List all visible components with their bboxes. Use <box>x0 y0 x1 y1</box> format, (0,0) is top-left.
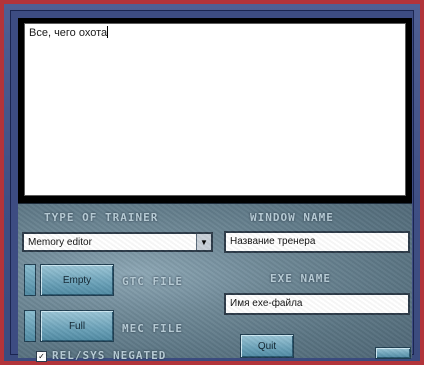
status-button[interactable] <box>375 347 411 359</box>
type-of-trainer-label: TYPE OF TRAINER <box>44 211 159 224</box>
text-caret <box>107 26 109 38</box>
app-window: Все, чего охота TYPE OF TRAINER WINDOW N… <box>0 0 424 365</box>
trainer-panel: TYPE OF TRAINER WINDOW NAME Memory edito… <box>18 203 412 362</box>
mec-file-label: MEC FILE <box>122 322 183 335</box>
full-button-label: Full <box>68 320 86 332</box>
empty-button-label: Empty <box>62 274 92 286</box>
empty-button-edge <box>24 264 36 296</box>
editor-text: Все, чего охота <box>29 27 108 39</box>
chevron-down-icon[interactable]: ▼ <box>196 234 211 250</box>
exe-name-value: Имя exe-файла <box>230 298 303 309</box>
window-name-label: WINDOW NAME <box>250 211 334 224</box>
gtc-file-label: GTC FILE <box>122 275 183 288</box>
rel-sys-checkbox[interactable]: ✓ <box>36 351 47 362</box>
editor-textarea[interactable]: Все, чего охота <box>24 23 406 196</box>
window-name-input[interactable]: Название тренера <box>224 231 410 253</box>
full-button[interactable]: Full <box>40 310 114 342</box>
trainer-type-value: Memory editor <box>28 237 92 248</box>
full-button-edge <box>24 310 36 342</box>
exe-name-input[interactable]: Имя exe-файла <box>224 293 410 315</box>
quit-button-label: Quit <box>257 340 277 352</box>
quit-button[interactable]: Quit <box>240 334 294 358</box>
window-name-value: Название тренера <box>230 236 316 247</box>
rel-sys-label: REL/SYS NEGATED <box>52 349 167 362</box>
empty-button[interactable]: Empty <box>40 264 114 296</box>
exe-name-label: EXE NAME <box>270 272 331 285</box>
trainer-type-select[interactable]: Memory editor ▼ <box>22 232 213 252</box>
